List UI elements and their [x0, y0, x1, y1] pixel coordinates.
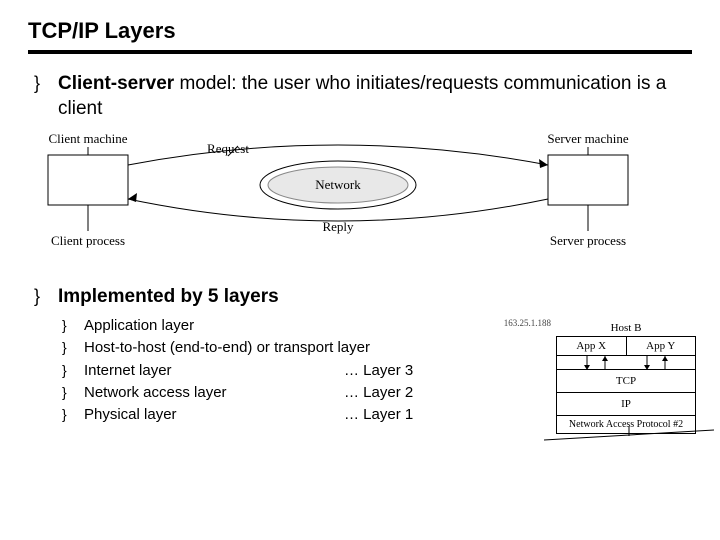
stack-ip: IP	[557, 393, 695, 416]
label-server-machine: Server machine	[547, 131, 628, 146]
layer-number: … Layer 3	[344, 361, 413, 381]
host-stack-diagram: 163.25.1.188 Host B App X App Y TCP IP N…	[556, 322, 696, 434]
label-server-process: Server process	[550, 233, 626, 248]
stack-app-y: App Y	[627, 337, 696, 355]
bullet-icon: }	[62, 361, 84, 381]
layer-name: Host-to-host (end-to-end) or transport l…	[84, 338, 370, 358]
bullet-client-server: } Client-server model: the user who init…	[34, 72, 692, 121]
title-rule	[28, 50, 692, 54]
layer-name: Application layer	[84, 316, 344, 336]
label-host-ip: 163.25.1.188	[504, 318, 551, 328]
label-request: Request	[207, 141, 249, 156]
client-server-diagram: Client machine Server machine Request Ne…	[28, 131, 692, 255]
layer-number: … Layer 1	[344, 405, 413, 425]
bullet-icon: }	[62, 405, 84, 425]
bullet-lead: Client-server	[58, 73, 174, 94]
bullet-text: Implemented by 5 layers	[58, 285, 692, 310]
bullet-icon: }	[34, 72, 58, 121]
bullet-icon: }	[34, 285, 58, 310]
label-network: Network	[315, 177, 361, 192]
label-host-name: Host B	[556, 322, 696, 334]
label-reply: Reply	[322, 219, 354, 234]
bullet-icon: }	[62, 338, 84, 358]
label-client-process: Client process	[51, 233, 125, 248]
bullet-five-layers: } Implemented by 5 layers	[34, 285, 692, 310]
layer-name: Internet layer	[84, 361, 344, 381]
stack-app-x: App X	[557, 337, 627, 355]
slide-title: TCP/IP Layers	[28, 18, 692, 44]
layer-number: … Layer 2	[344, 383, 413, 403]
stack-tcp: TCP	[557, 370, 695, 393]
layer-name: Physical layer	[84, 405, 344, 425]
stack-nap: Network Access Protocol #2	[557, 416, 695, 433]
layer-name: Network access layer	[84, 383, 344, 403]
bullet-text: Client-server model: the user who initia…	[58, 72, 692, 121]
bullet-icon: }	[62, 383, 84, 403]
label-client-machine: Client machine	[48, 131, 127, 146]
bullet-icon: }	[62, 316, 84, 336]
